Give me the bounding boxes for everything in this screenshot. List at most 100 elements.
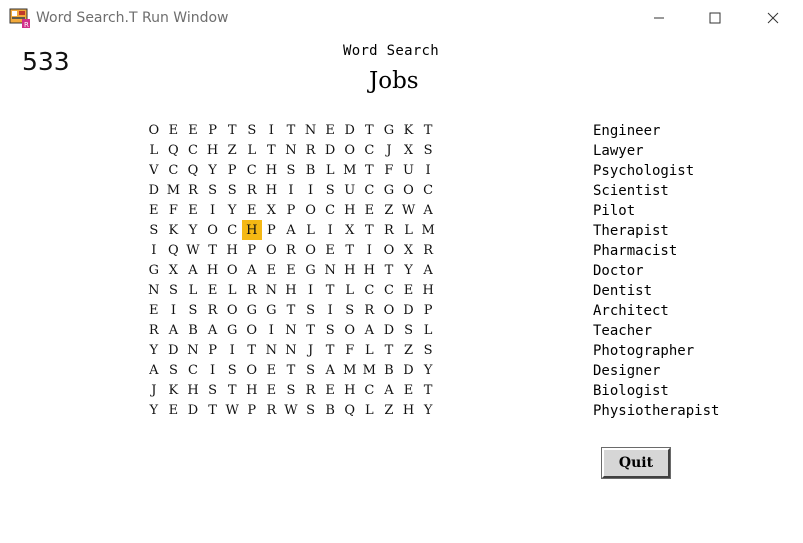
grid-cell[interactable]: T: [360, 220, 380, 240]
grid-cell[interactable]: J: [144, 380, 164, 400]
grid-cell[interactable]: S: [281, 160, 301, 180]
grid-cell[interactable]: K: [164, 380, 184, 400]
grid-cell[interactable]: S: [203, 180, 223, 200]
grid-cell[interactable]: P: [262, 220, 282, 240]
grid-cell[interactable]: B: [183, 320, 203, 340]
quit-button[interactable]: Quit: [601, 447, 671, 479]
grid-cell[interactable]: W: [222, 400, 242, 420]
grid-cell[interactable]: A: [183, 260, 203, 280]
grid-cell[interactable]: P: [418, 300, 438, 320]
grid-cell[interactable]: Y: [144, 340, 164, 360]
grid-cell[interactable]: I: [320, 300, 340, 320]
grid-cell[interactable]: N: [262, 340, 282, 360]
grid-cell[interactable]: Q: [183, 160, 203, 180]
grid-cell[interactable]: G: [144, 260, 164, 280]
grid-cell[interactable]: I: [164, 300, 184, 320]
grid-cell[interactable]: E: [164, 120, 184, 140]
grid-cell[interactable]: S: [301, 360, 321, 380]
grid-cell[interactable]: Z: [399, 340, 419, 360]
grid-cell[interactable]: A: [144, 360, 164, 380]
grid-cell[interactable]: O: [340, 140, 360, 160]
grid-cell[interactable]: T: [418, 380, 438, 400]
grid-cell[interactable]: T: [203, 400, 223, 420]
grid-cell[interactable]: C: [164, 160, 184, 180]
grid-cell[interactable]: S: [340, 300, 360, 320]
grid-cell[interactable]: Y: [418, 360, 438, 380]
grid-cell[interactable]: O: [203, 220, 223, 240]
grid-cell[interactable]: S: [418, 140, 438, 160]
grid-cell[interactable]: G: [222, 320, 242, 340]
grid-cell[interactable]: I: [418, 160, 438, 180]
grid-cell[interactable]: Q: [164, 240, 184, 260]
grid-cell[interactable]: T: [281, 360, 301, 380]
grid-cell[interactable]: N: [281, 140, 301, 160]
grid-cell[interactable]: H: [183, 380, 203, 400]
grid-cell[interactable]: L: [399, 220, 419, 240]
grid-cell[interactable]: O: [242, 320, 262, 340]
grid-cell[interactable]: C: [183, 140, 203, 160]
grid-cell[interactable]: K: [399, 120, 419, 140]
grid-cell[interactable]: G: [379, 180, 399, 200]
grid-cell[interactable]: C: [360, 140, 380, 160]
grid-cell[interactable]: D: [399, 360, 419, 380]
grid-cell[interactable]: P: [242, 240, 262, 260]
grid-cell[interactable]: E: [399, 380, 419, 400]
grid-cell[interactable]: Y: [418, 400, 438, 420]
grid-cell[interactable]: L: [242, 140, 262, 160]
grid-cell[interactable]: O: [379, 240, 399, 260]
grid-cell[interactable]: T: [379, 260, 399, 280]
grid-cell[interactable]: R: [144, 320, 164, 340]
grid-cell[interactable]: E: [281, 260, 301, 280]
grid-cell[interactable]: C: [360, 180, 380, 200]
grid-cell[interactable]: Y: [183, 220, 203, 240]
grid-cell[interactable]: O: [242, 360, 262, 380]
grid-cell[interactable]: O: [301, 200, 321, 220]
grid-cell[interactable]: S: [301, 300, 321, 320]
grid-cell[interactable]: H: [281, 280, 301, 300]
grid-cell[interactable]: S: [164, 280, 184, 300]
grid-cell[interactable]: G: [379, 120, 399, 140]
grid-cell[interactable]: R: [242, 280, 262, 300]
grid-cell[interactable]: A: [360, 320, 380, 340]
grid-cell[interactable]: R: [360, 300, 380, 320]
grid-cell[interactable]: A: [203, 320, 223, 340]
grid-cell[interactable]: F: [164, 200, 184, 220]
minimize-button[interactable]: [636, 0, 682, 36]
grid-cell[interactable]: H: [242, 380, 262, 400]
grid-cell[interactable]: X: [399, 140, 419, 160]
grid-cell[interactable]: M: [340, 160, 360, 180]
grid-cell[interactable]: S: [203, 380, 223, 400]
grid-cell[interactable]: Y: [222, 200, 242, 220]
grid-cell[interactable]: C: [222, 220, 242, 240]
grid-cell[interactable]: D: [164, 340, 184, 360]
grid-cell[interactable]: I: [320, 220, 340, 240]
grid-cell[interactable]: P: [222, 160, 242, 180]
grid-cell[interactable]: N: [262, 280, 282, 300]
grid-cell[interactable]: E: [320, 120, 340, 140]
grid-cell[interactable]: R: [242, 180, 262, 200]
grid-cell[interactable]: H: [241, 220, 262, 240]
grid-cell[interactable]: H: [203, 140, 223, 160]
grid-cell[interactable]: E: [164, 400, 184, 420]
grid-cell[interactable]: R: [183, 180, 203, 200]
grid-cell[interactable]: U: [340, 180, 360, 200]
grid-cell[interactable]: M: [340, 360, 360, 380]
grid-cell[interactable]: Z: [222, 140, 242, 160]
grid-cell[interactable]: M: [418, 220, 438, 240]
grid-cell[interactable]: G: [262, 300, 282, 320]
grid-cell[interactable]: N: [144, 280, 164, 300]
grid-cell[interactable]: C: [418, 180, 438, 200]
grid-cell[interactable]: R: [418, 240, 438, 260]
grid-cell[interactable]: L: [183, 280, 203, 300]
grid-cell[interactable]: C: [379, 280, 399, 300]
grid-cell[interactable]: Q: [340, 400, 360, 420]
grid-cell[interactable]: T: [262, 140, 282, 160]
grid-cell[interactable]: I: [281, 180, 301, 200]
grid-cell[interactable]: S: [164, 360, 184, 380]
grid-cell[interactable]: H: [418, 280, 438, 300]
close-button[interactable]: [750, 0, 796, 36]
grid-cell[interactable]: R: [301, 140, 321, 160]
grid-cell[interactable]: C: [242, 160, 262, 180]
grid-cell[interactable]: L: [320, 160, 340, 180]
grid-cell[interactable]: E: [262, 260, 282, 280]
